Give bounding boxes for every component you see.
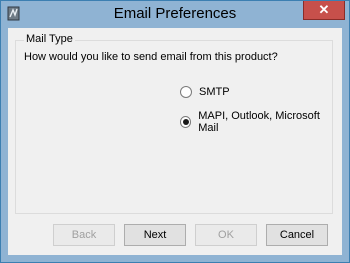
radio-label-smtp: SMTP [199, 86, 230, 98]
dialog-content: Mail Type How would you like to send ema… [8, 28, 342, 255]
radio-label-mapi: MAPI, Outlook, Microsoft Mail [198, 110, 320, 134]
radio-button-mapi[interactable] [180, 116, 192, 128]
title-bar[interactable]: Email Preferences ✕ [1, 1, 349, 27]
radio-button-smtp[interactable] [180, 86, 192, 98]
radio-mapi[interactable]: MAPI, Outlook, Microsoft Mail [180, 110, 332, 134]
mail-type-group: Mail Type How would you like to send ema… [15, 33, 333, 214]
radio-selected-dot [182, 119, 189, 125]
next-button[interactable]: Next [124, 224, 186, 246]
cancel-button[interactable]: Cancel [266, 224, 328, 246]
question-text: How would you like to send email from th… [24, 51, 278, 63]
window-title: Email Preferences [113, 5, 237, 22]
back-button[interactable]: Back [53, 224, 115, 246]
radio-smtp[interactable]: SMTP [180, 86, 230, 98]
ok-button[interactable]: OK [195, 224, 257, 246]
email-preferences-window: Email Preferences ✕ Mail Type How would … [0, 0, 350, 263]
close-icon: ✕ [318, 2, 330, 17]
close-button[interactable]: ✕ [303, 1, 345, 20]
group-legend: Mail Type [24, 33, 75, 45]
